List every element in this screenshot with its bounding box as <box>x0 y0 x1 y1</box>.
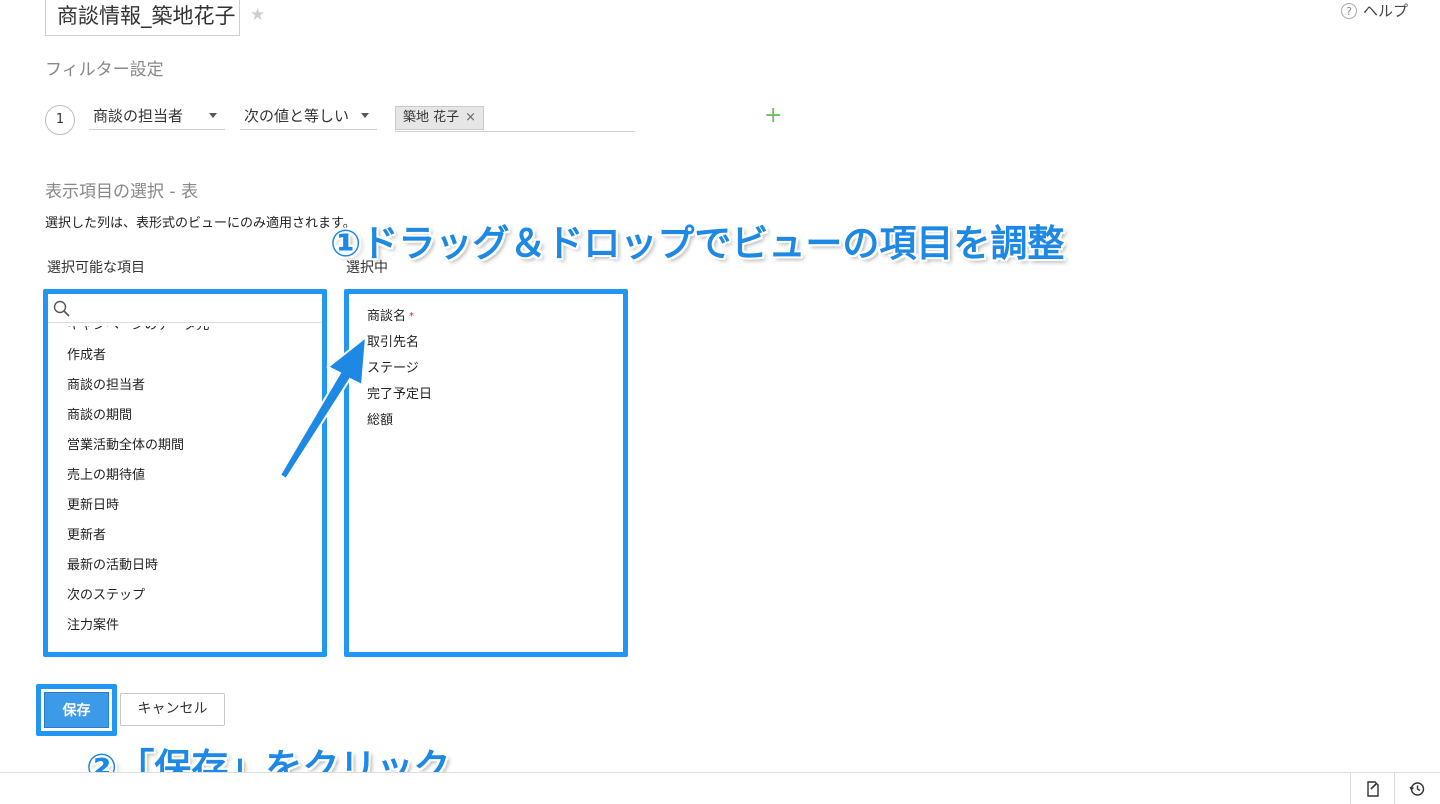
help-icon: ? <box>1340 2 1357 19</box>
search-icon <box>53 300 70 317</box>
list-item[interactable]: 次のステップ <box>48 581 322 611</box>
list-item[interactable]: 最新の活動日時 <box>48 551 322 581</box>
document-icon <box>1366 780 1379 797</box>
cancel-button[interactable]: キャンセル <box>120 693 225 726</box>
history-button[interactable] <box>1394 773 1438 804</box>
history-icon <box>1408 781 1424 796</box>
filter-field-select[interactable]: 商談の担当者 <box>89 102 225 130</box>
list-item[interactable]: 更新者 <box>48 521 322 551</box>
annotation-callout-drag: ①ドラッグ＆ドロップでビューの項目を調整 <box>330 222 1065 265</box>
filter-value-field[interactable]: 築地 花子 × <box>395 105 635 132</box>
required-mark: * <box>409 311 415 322</box>
utility-bar <box>0 772 1440 804</box>
filter-operator-value: 次の値と等しい <box>244 107 350 125</box>
help-link[interactable]: ? ヘルプ <box>1340 0 1408 21</box>
remove-tag-icon[interactable]: × <box>465 107 476 129</box>
help-label: ヘルプ <box>1362 2 1408 20</box>
available-label: 選択可能な項目 <box>47 260 145 276</box>
selected-items-box: 商談名 * 取引先名 ステージ 完了予定日 総額 <box>344 289 628 657</box>
drag-arrow-annotation <box>278 334 368 481</box>
notes-button[interactable] <box>1350 773 1394 804</box>
selected-item-label: 商談名 <box>367 309 407 324</box>
filter-row-index: 1 <box>45 105 75 135</box>
filter-value-tag: 築地 花子 × <box>395 106 485 130</box>
list-item[interactable]: 更新日時 <box>48 491 322 521</box>
save-button-highlight: 保存 <box>36 684 117 736</box>
filter-field-value: 商談の担当者 <box>93 107 184 125</box>
available-search[interactable] <box>48 294 322 323</box>
list-item[interactable]: 注力案件 <box>48 611 322 641</box>
chevron-down-icon <box>209 113 217 118</box>
save-button[interactable]: 保存 <box>44 692 109 728</box>
view-name-input[interactable]: 商談情報_築地花子 <box>45 0 240 36</box>
chevron-down-icon <box>361 113 369 118</box>
favorite-star-icon[interactable]: ★ <box>250 5 265 25</box>
add-filter-icon[interactable]: + <box>764 104 782 128</box>
filter-section-title: フィルター設定 <box>45 60 164 80</box>
columns-section-title: 表示項目の選択 - 表 <box>45 182 198 202</box>
columns-note: 選択した列は、表形式のビューにのみ適用されます。 <box>45 216 356 231</box>
filter-value-tag-label: 築地 花子 <box>403 110 460 125</box>
filter-operator-select[interactable]: 次の値と等しい <box>240 102 377 130</box>
